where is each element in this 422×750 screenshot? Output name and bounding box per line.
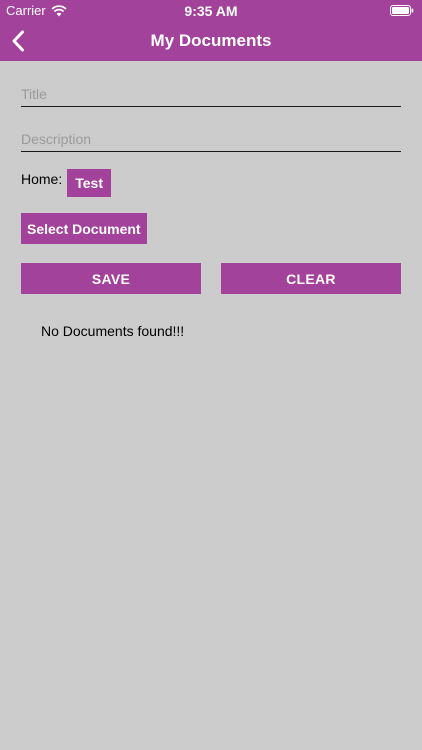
battery-icon [390, 5, 414, 16]
header: Carrier 9:35 AM My Documents [0, 0, 422, 61]
status-time: 9:35 AM [184, 3, 238, 19]
clear-button[interactable]: CLEAR [221, 263, 401, 294]
empty-documents-message: No Documents found!!! [41, 323, 185, 339]
navigation-bar: My Documents [0, 22, 422, 61]
home-row: Home: Test [21, 169, 111, 197]
title-input[interactable] [21, 82, 401, 106]
description-input[interactable] [21, 127, 401, 151]
title-field [21, 82, 401, 107]
description-field [21, 127, 401, 152]
home-value-chip[interactable]: Test [67, 169, 111, 197]
select-document-button[interactable]: Select Document [21, 213, 147, 244]
page-title: My Documents [150, 31, 272, 50]
home-label: Home: [21, 171, 63, 187]
save-button[interactable]: SAVE [21, 263, 201, 294]
status-bar: Carrier 9:35 AM [0, 0, 422, 22]
